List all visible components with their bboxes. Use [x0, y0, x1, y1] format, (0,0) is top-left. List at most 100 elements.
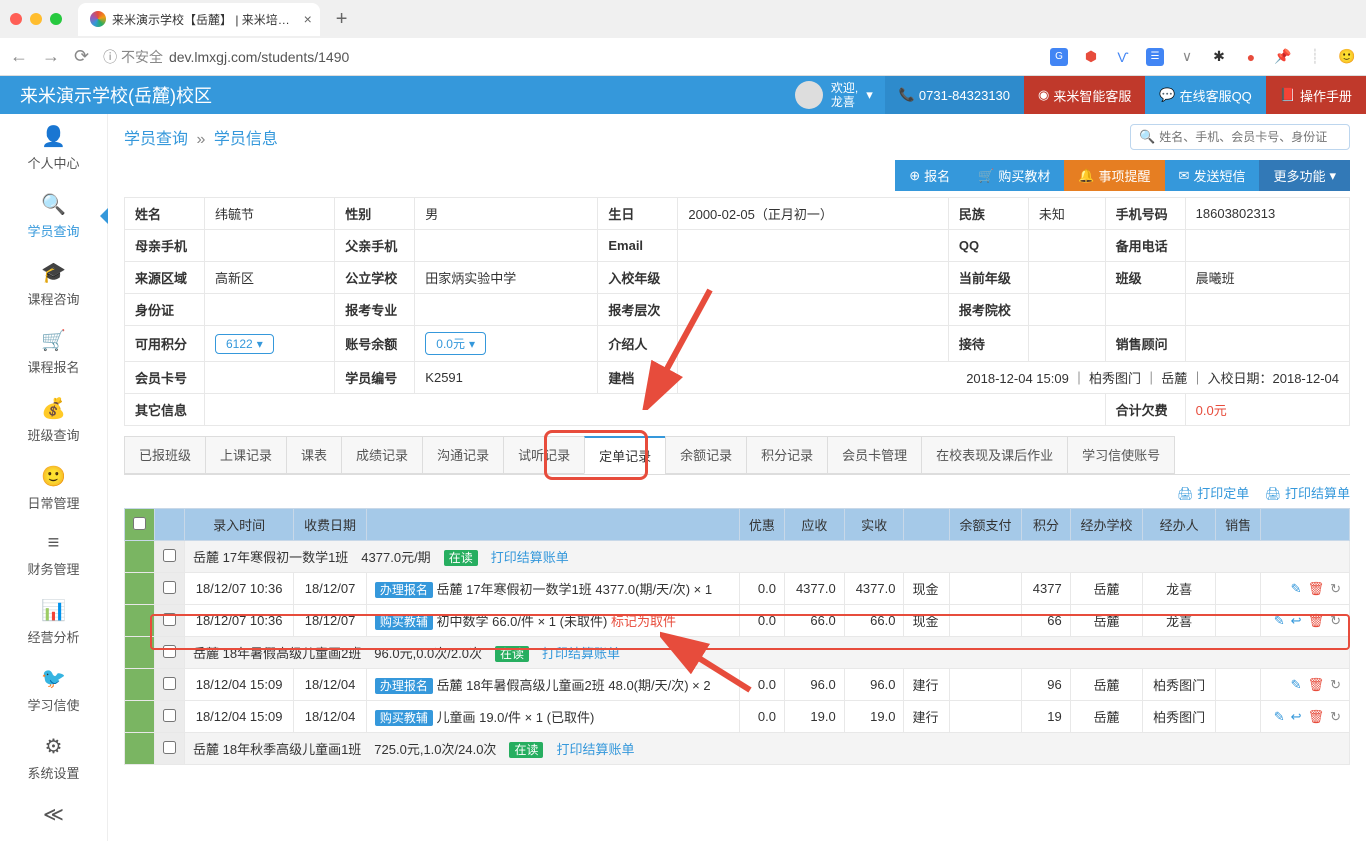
sidebar-label: 日常管理 — [27, 496, 79, 511]
ext-icon[interactable]: 📌 — [1274, 48, 1292, 66]
row-checkbox[interactable] — [163, 581, 176, 594]
sidebar-icon: 🛒 — [0, 328, 107, 353]
tab-0[interactable]: 已报班级 — [124, 436, 206, 474]
more-button[interactable]: 更多功能 ▾ — [1259, 160, 1350, 191]
search-box[interactable]: 🔍 — [1130, 124, 1350, 150]
manual-button[interactable]: 📕 操作手册 — [1266, 76, 1366, 114]
tab-11[interactable]: 学习信使账号 — [1067, 436, 1175, 474]
ext-icon[interactable]: ✱ — [1210, 48, 1228, 66]
tab-5[interactable]: 试听记录 — [503, 436, 585, 474]
print-settle-link[interactable]: 打印结算账单 — [556, 742, 634, 757]
tab-6[interactable]: 定单记录 — [584, 436, 666, 474]
reply-icon[interactable]: ↩ — [1291, 613, 1302, 629]
sidebar-item-4[interactable]: 💰班级查询 — [0, 386, 107, 454]
sidebar-item-6[interactable]: ≡财务管理 — [0, 522, 107, 588]
row-checkbox[interactable] — [163, 709, 176, 722]
chevron-down-icon: ▾ — [866, 87, 873, 103]
tab-7[interactable]: 余额记录 — [665, 436, 747, 474]
print-settle-link[interactable]: 打印结算账单 — [491, 550, 569, 565]
edit-icon[interactable]: ✎ — [1274, 709, 1285, 725]
ext-icon[interactable]: ┊ — [1306, 48, 1324, 66]
security-info-icon[interactable]: ⓘ 不安全 — [103, 47, 163, 67]
maximize-window-icon[interactable] — [50, 13, 62, 25]
mark-link[interactable]: 标记为取件 — [611, 614, 676, 629]
undo-icon[interactable]: ↻ — [1330, 709, 1341, 725]
phone-button[interactable]: 📞 0731-84323130 — [885, 76, 1024, 114]
row-checkbox[interactable] — [163, 613, 176, 626]
crumb-a[interactable]: 学员查询 — [124, 131, 188, 148]
col-header: 余额支付 — [949, 509, 1022, 541]
sidebar-item-10[interactable]: ≪ — [0, 792, 107, 841]
qq-service-button[interactable]: 💬 在线客服QQ — [1145, 76, 1265, 114]
sidebar-item-1[interactable]: 🔍学员查询 — [0, 182, 107, 250]
reload-button[interactable]: ⟳ — [74, 46, 89, 67]
ext-icon[interactable]: ● — [1242, 48, 1260, 66]
sidebar-label: 班级查询 — [27, 428, 79, 443]
forward-button[interactable]: → — [42, 46, 60, 67]
undo-icon[interactable]: ↻ — [1330, 581, 1341, 597]
smart-service-button[interactable]: ◉ 来米智能客服 — [1024, 76, 1145, 114]
tab-8[interactable]: 积分记录 — [746, 436, 828, 474]
ext-icon[interactable]: Ѵ — [1114, 48, 1132, 66]
reply-icon[interactable]: ↩ — [1291, 709, 1302, 725]
close-window-icon[interactable] — [10, 13, 22, 25]
balance-button[interactable]: 0.0元 ▾ — [425, 332, 486, 355]
todo-button[interactable]: 🔔 事项提醒 — [1064, 160, 1164, 191]
ext-icon[interactable]: ☰ — [1146, 48, 1164, 66]
tab-9[interactable]: 会员卡管理 — [827, 436, 922, 474]
sidebar-label: 系统设置 — [27, 766, 79, 781]
search-input[interactable] — [1159, 130, 1341, 144]
url-box[interactable]: ⓘ 不安全 dev.lmxgj.com/students/1490 — [103, 47, 1036, 67]
ext-icon[interactable]: ⬢ — [1082, 48, 1100, 66]
sidebar-icon: ≡ — [0, 532, 107, 555]
table-row: 18/12/07 10:3618/12/07 购买教辅 初中数学 66.0/件 … — [125, 605, 1350, 637]
undo-icon[interactable]: ↻ — [1330, 613, 1341, 629]
ext-icon[interactable]: G — [1050, 48, 1068, 66]
select-all-checkbox[interactable] — [133, 517, 146, 530]
edit-icon[interactable]: ✎ — [1274, 613, 1285, 629]
print-order-link[interactable]: 🖨 打印定单 — [1177, 486, 1249, 501]
delete-icon[interactable]: 🗑 — [1308, 677, 1325, 693]
row-checkbox[interactable] — [163, 549, 176, 562]
window-controls — [10, 13, 62, 25]
sms-button[interactable]: ✉ 发送短信 — [1165, 160, 1260, 191]
tab-2[interactable]: 课表 — [286, 436, 342, 474]
row-checkbox[interactable] — [163, 741, 176, 754]
ext-icon[interactable]: 🙂 — [1338, 48, 1356, 66]
tab-4[interactable]: 沟通记录 — [422, 436, 504, 474]
sidebar-item-2[interactable]: 🎓课程咨询 — [0, 250, 107, 318]
new-tab-button[interactable]: + — [326, 8, 358, 31]
row-checkbox[interactable] — [163, 677, 176, 690]
enroll-button[interactable]: ⊕ 报名 — [895, 160, 964, 191]
tab-3[interactable]: 成绩记录 — [341, 436, 423, 474]
delete-icon[interactable]: 🗑 — [1308, 613, 1325, 629]
col-header: 录入时间 — [185, 509, 294, 541]
browser-tab[interactable]: 来米演示学校【岳麓】 | 来米培… × — [78, 3, 320, 36]
delete-icon[interactable]: 🗑 — [1308, 709, 1325, 725]
minimize-window-icon[interactable] — [30, 13, 42, 25]
sidebar-label: 经营分析 — [27, 630, 79, 645]
sidebar-item-5[interactable]: 🙂日常管理 — [0, 454, 107, 522]
sidebar-item-7[interactable]: 📊经营分析 — [0, 588, 107, 656]
edit-icon[interactable]: ✎ — [1291, 677, 1302, 693]
sidebar-item-9[interactable]: ⚙系统设置 — [0, 724, 107, 792]
tab-10[interactable]: 在校表现及课后作业 — [921, 436, 1068, 474]
buy-material-button[interactable]: 🛒 购买教材 — [964, 160, 1064, 191]
ext-icon[interactable]: ∨ — [1178, 48, 1196, 66]
edit-icon[interactable]: ✎ — [1291, 581, 1302, 597]
score-button[interactable]: 6122 ▾ — [215, 334, 274, 354]
undo-icon[interactable]: ↻ — [1330, 677, 1341, 693]
user-box[interactable]: 欢迎, 龙喜 ▾ — [783, 81, 885, 110]
row-checkbox[interactable] — [163, 645, 176, 658]
tab-1[interactable]: 上课记录 — [205, 436, 287, 474]
sidebar-item-0[interactable]: 👤个人中心 — [0, 114, 107, 182]
delete-icon[interactable]: 🗑 — [1308, 581, 1325, 597]
sidebar-item-3[interactable]: 🛒课程报名 — [0, 318, 107, 386]
back-button[interactable]: ← — [10, 46, 28, 67]
sidebar-item-8[interactable]: 🐦学习信使 — [0, 656, 107, 724]
print-settle-link[interactable]: 🖨 打印结算单 — [1265, 486, 1350, 501]
print-settle-link[interactable]: 打印结算账单 — [542, 646, 620, 661]
table-row: 18/12/07 10:3618/12/07 办理报名 岳麓 17年寒假初一数学… — [125, 573, 1350, 605]
close-tab-icon[interactable]: × — [304, 11, 312, 27]
action-row: ⊕ 报名 🛒 购买教材 🔔 事项提醒 ✉ 发送短信 更多功能 ▾ — [124, 160, 1350, 191]
